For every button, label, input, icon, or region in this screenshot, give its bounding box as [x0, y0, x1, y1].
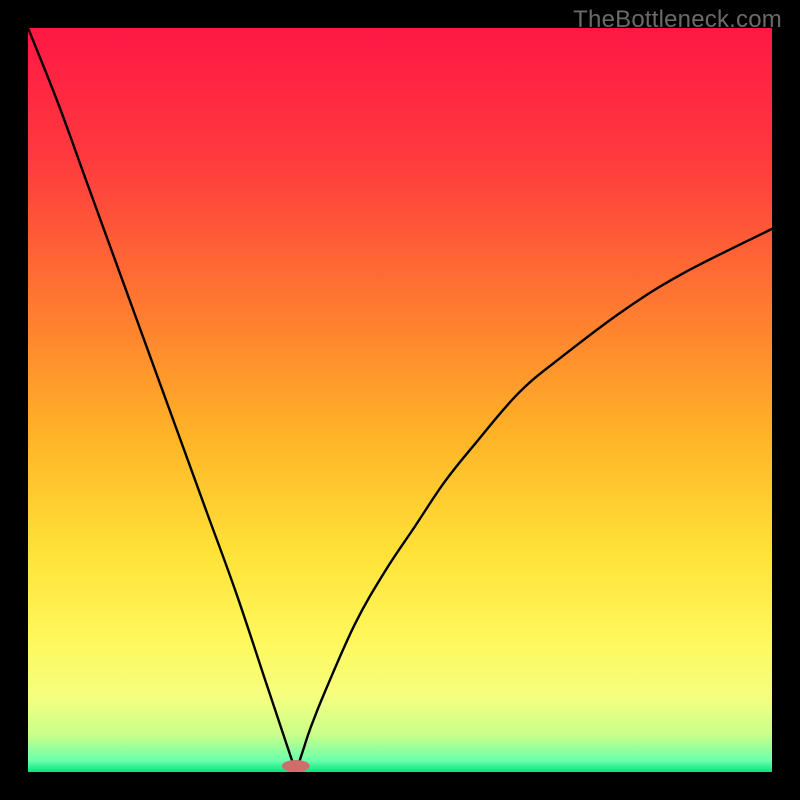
bottleneck-chart — [28, 28, 772, 772]
chart-frame: TheBottleneck.com — [0, 0, 800, 800]
vertex-marker — [282, 760, 310, 772]
plot-background — [28, 28, 772, 772]
watermark-text: TheBottleneck.com — [573, 6, 782, 34]
